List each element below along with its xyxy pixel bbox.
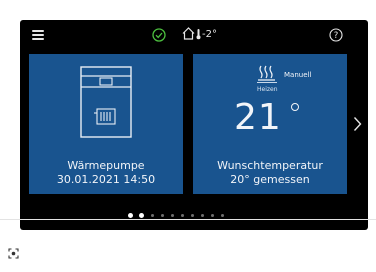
- heat-pump-datetime: 30.01.2021 14:50: [56, 173, 156, 186]
- page-dot[interactable]: [128, 213, 133, 218]
- heat-pump-name: Wärmepumpe: [67, 159, 145, 172]
- menu-icon[interactable]: [32, 30, 44, 40]
- screenshot-icon[interactable]: [8, 248, 19, 259]
- setpoint-caption: Wunschtemperatur: [217, 159, 323, 172]
- measured-temperature: 20° gemessen: [230, 173, 310, 186]
- thermometer-icon: [196, 29, 201, 40]
- page-dot[interactable]: [139, 213, 144, 218]
- heating-waves-icon: [258, 65, 275, 81]
- heat-pump-icon: [80, 66, 132, 138]
- heating-state-label: Heizen: [257, 86, 278, 93]
- status-bar: -2° ?: [20, 20, 368, 50]
- page-dot[interactable]: [181, 214, 184, 217]
- page-dot[interactable]: [221, 214, 224, 217]
- setpoint-temperature: 21: [234, 97, 282, 138]
- page-dot[interactable]: [211, 214, 214, 217]
- outdoor-temperature: -2°: [202, 29, 217, 40]
- heat-pump-tile[interactable]: Wärmepumpe 30.01.2021 14:50: [29, 54, 183, 194]
- svg-text:?: ?: [334, 31, 339, 41]
- help-icon[interactable]: ?: [329, 28, 343, 42]
- house-icon: [182, 27, 195, 40]
- chevron-right-icon[interactable]: [353, 116, 362, 132]
- divider: [257, 82, 277, 83]
- page-dot[interactable]: [201, 214, 204, 217]
- room-temperature-tile[interactable]: Manuell Heizen 21 Wunschtemperatur 20° g…: [193, 54, 347, 194]
- check-circle-icon[interactable]: [152, 28, 166, 42]
- degree-symbol: [291, 103, 299, 111]
- page-dot[interactable]: [151, 214, 154, 217]
- page-dot[interactable]: [191, 214, 194, 217]
- page-dot[interactable]: [161, 214, 164, 217]
- mode-label: Manuell: [284, 71, 312, 79]
- bottom-divider: [0, 219, 376, 220]
- thermostat-screen: -2° ? Wärmepumpe 30.01.2021 14:50 Manuel…: [20, 20, 368, 230]
- page-dot[interactable]: [171, 214, 174, 217]
